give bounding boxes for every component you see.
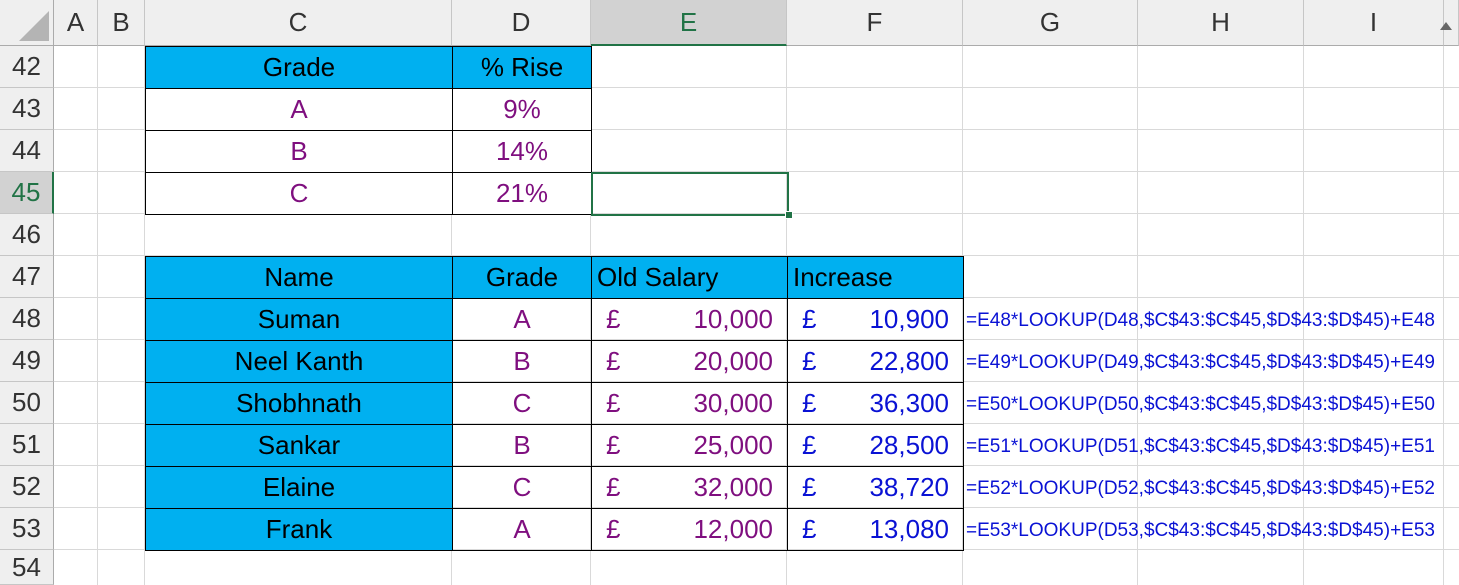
increase-cell[interactable]: £ 28,500 xyxy=(787,424,964,467)
column-header-d[interactable]: D xyxy=(452,0,591,46)
column-header-scroll[interactable] xyxy=(1440,0,1459,46)
row-header-50[interactable]: 50 xyxy=(0,382,54,424)
old-salary-cell[interactable]: £ 30,000 xyxy=(591,382,788,425)
salary-name-cell[interactable]: Shobhnath xyxy=(145,382,453,425)
formula-text[interactable]: =E51*LOOKUP(D51,$C$43:$C$45,$D$43:$D$45)… xyxy=(966,436,1435,458)
increase-value: 13,080 xyxy=(869,514,949,544)
currency-symbol: £ xyxy=(606,430,621,460)
increase-cell[interactable]: £ 36,300 xyxy=(787,382,964,425)
currency-symbol: £ xyxy=(802,514,817,544)
salary-header-name[interactable]: Name xyxy=(145,256,453,299)
salary-header-grade[interactable]: Grade xyxy=(452,256,592,299)
increase-value: 38,720 xyxy=(869,472,949,502)
salary-grade-cell[interactable]: B xyxy=(452,340,592,383)
currency-symbol: £ xyxy=(802,304,817,334)
increase-value: 22,800 xyxy=(869,346,949,376)
currency-symbol: £ xyxy=(606,514,621,544)
salary-grade-cell[interactable]: A xyxy=(452,298,592,341)
salary-grade-cell[interactable]: B xyxy=(452,424,592,467)
row-header-49[interactable]: 49 xyxy=(0,340,54,382)
select-all-corner[interactable] xyxy=(0,0,54,46)
salary-header-increase[interactable]: Increase xyxy=(787,256,964,299)
row-header-51[interactable]: 51 xyxy=(0,424,54,466)
gridline xyxy=(1443,46,1444,585)
currency-symbol: £ xyxy=(802,346,817,376)
spreadsheet-grid[interactable]: A B C D E F G H I 42 43 44 45 46 47 48 4… xyxy=(0,0,1459,585)
old-salary-value: 25,000 xyxy=(693,430,773,460)
formula-text[interactable]: =E53*LOOKUP(D53,$C$43:$C$45,$D$43:$D$45)… xyxy=(966,520,1435,542)
salary-grade-cell[interactable]: A xyxy=(452,508,592,551)
rate-rise-cell[interactable]: 21% xyxy=(452,172,592,215)
salary-header-old[interactable]: Old Salary xyxy=(591,256,788,299)
old-salary-cell[interactable]: £ 32,000 xyxy=(591,466,788,509)
rate-header-rise[interactable]: % Rise xyxy=(452,46,592,89)
row-header-46[interactable]: 46 xyxy=(0,214,54,256)
row-header-45[interactable]: 45 xyxy=(0,172,54,214)
salary-grade-cell[interactable]: C xyxy=(452,382,592,425)
increase-value: 36,300 xyxy=(869,388,949,418)
rate-grade-cell[interactable]: A xyxy=(145,88,453,131)
rate-grade-cell[interactable]: C xyxy=(145,172,453,215)
column-header-a[interactable]: A xyxy=(54,0,98,46)
salary-name-cell[interactable]: Neel Kanth xyxy=(145,340,453,383)
old-salary-value: 10,000 xyxy=(693,304,773,334)
currency-symbol: £ xyxy=(606,346,621,376)
active-cell-selection[interactable] xyxy=(591,172,789,216)
currency-symbol: £ xyxy=(802,388,817,418)
currency-symbol: £ xyxy=(606,388,621,418)
column-header-g[interactable]: G xyxy=(963,0,1138,46)
increase-cell[interactable]: £ 38,720 xyxy=(787,466,964,509)
old-salary-value: 32,000 xyxy=(693,472,773,502)
currency-symbol: £ xyxy=(606,304,621,334)
increase-cell[interactable]: £ 22,800 xyxy=(787,340,964,383)
old-salary-value: 30,000 xyxy=(693,388,773,418)
increase-value: 10,900 xyxy=(869,304,949,334)
salary-name-cell[interactable]: Elaine xyxy=(145,466,453,509)
increase-cell[interactable]: £ 10,900 xyxy=(787,298,964,341)
old-salary-cell[interactable]: £ 25,000 xyxy=(591,424,788,467)
row-header-47[interactable]: 47 xyxy=(0,256,54,298)
row-header-48[interactable]: 48 xyxy=(0,298,54,340)
old-salary-cell[interactable]: £ 20,000 xyxy=(591,340,788,383)
old-salary-cell[interactable]: £ 12,000 xyxy=(591,508,788,551)
row-header-53[interactable]: 53 xyxy=(0,508,54,550)
column-header-b[interactable]: B xyxy=(98,0,145,46)
fill-handle[interactable] xyxy=(785,211,793,219)
currency-symbol: £ xyxy=(802,472,817,502)
formula-text[interactable]: =E49*LOOKUP(D49,$C$43:$C$45,$D$43:$D$45)… xyxy=(966,352,1435,374)
scroll-up-icon[interactable] xyxy=(1440,22,1452,30)
old-salary-cell[interactable]: £ 10,000 xyxy=(591,298,788,341)
column-header-h[interactable]: H xyxy=(1138,0,1304,46)
column-header-i[interactable]: I xyxy=(1304,0,1444,46)
currency-symbol: £ xyxy=(606,472,621,502)
salary-name-cell[interactable]: Frank xyxy=(145,508,453,551)
select-all-triangle-icon xyxy=(19,11,49,41)
rate-rise-cell[interactable]: 9% xyxy=(452,88,592,131)
column-header-f[interactable]: F xyxy=(787,0,963,46)
row-header-42[interactable]: 42 xyxy=(0,46,54,88)
row-header-44[interactable]: 44 xyxy=(0,130,54,172)
row-header-43[interactable]: 43 xyxy=(0,88,54,130)
column-header-e[interactable]: E xyxy=(591,0,787,46)
formula-text[interactable]: =E48*LOOKUP(D48,$C$43:$C$45,$D$43:$D$45)… xyxy=(966,310,1435,332)
currency-symbol: £ xyxy=(802,430,817,460)
row-header-52[interactable]: 52 xyxy=(0,466,54,508)
rate-header-grade[interactable]: Grade xyxy=(145,46,453,89)
old-salary-value: 12,000 xyxy=(693,514,773,544)
salary-name-cell[interactable]: Sankar xyxy=(145,424,453,467)
row-header-54[interactable]: 54 xyxy=(0,550,54,585)
gridline xyxy=(97,46,98,585)
formula-text[interactable]: =E52*LOOKUP(D52,$C$43:$C$45,$D$43:$D$45)… xyxy=(966,478,1435,500)
formula-text[interactable]: =E50*LOOKUP(D50,$C$43:$C$45,$D$43:$D$45)… xyxy=(966,394,1435,416)
increase-cell[interactable]: £ 13,080 xyxy=(787,508,964,551)
old-salary-value: 20,000 xyxy=(693,346,773,376)
rate-grade-cell[interactable]: B xyxy=(145,130,453,173)
rate-rise-cell[interactable]: 14% xyxy=(452,130,592,173)
salary-name-cell[interactable]: Suman xyxy=(145,298,453,341)
column-header-c[interactable]: C xyxy=(145,0,452,46)
increase-value: 28,500 xyxy=(869,430,949,460)
salary-grade-cell[interactable]: C xyxy=(452,466,592,509)
